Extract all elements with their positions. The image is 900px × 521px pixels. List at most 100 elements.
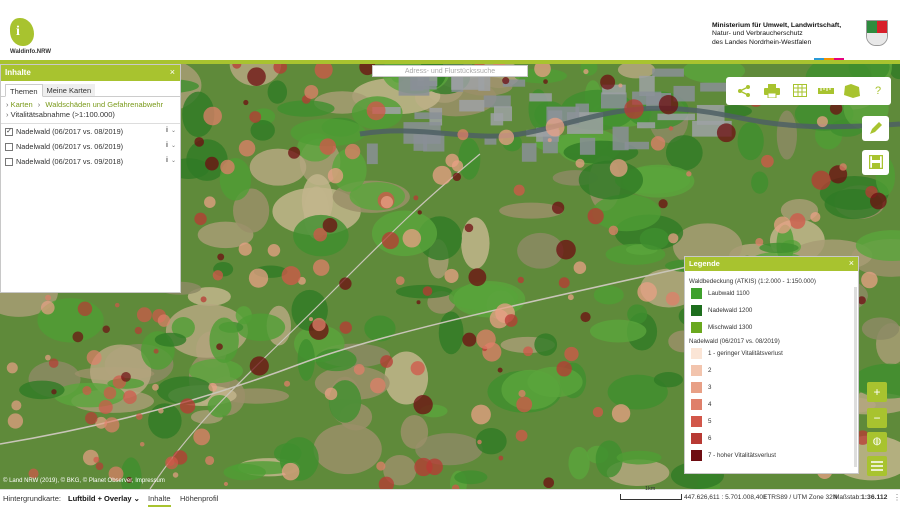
globe-icon[interactable]: ◍ xyxy=(867,432,887,452)
chevron-down-icon[interactable]: ⌄ xyxy=(171,142,176,149)
layer-label: Nadelwald (06/2017 vs. 09/2018) xyxy=(16,157,124,166)
contents-panel-header: Inhalte × xyxy=(1,65,180,81)
breadcrumb-root[interactable]: Karten xyxy=(11,100,33,109)
info-icon[interactable]: i xyxy=(166,142,168,149)
legend-item: 1 - geringer Vitalitätsverlust xyxy=(691,345,854,362)
legend-item: Nadelwald 1200 xyxy=(691,302,854,319)
contents-panel: Inhalte × Themen Meine Karten › Karten ›… xyxy=(0,64,181,293)
legend-item: 6 xyxy=(691,430,854,447)
legend-item-label: Nadelwald 1200 xyxy=(708,307,753,314)
crs-select[interactable]: ETRS89 / UTM Zone 32N xyxy=(763,494,837,501)
address-search-input[interactable]: Adress- und Flurstückssuche xyxy=(372,65,528,77)
status-footer: Hintergrundkarte: Luftbild + Overlay ⌄ I… xyxy=(0,486,900,521)
background-map-select[interactable]: Luftbild + Overlay ⌄ xyxy=(68,494,140,503)
legend-swatch xyxy=(691,450,702,461)
legend-item: 4 xyxy=(691,396,854,413)
legend-item: 7 - hoher Vitalitätsverlust xyxy=(691,447,854,464)
ministry-line-2: Natur- und Verbraucherschutz xyxy=(712,30,803,38)
coordinate-readout: 447.626,611 : 5.701.008,401 xyxy=(684,494,767,501)
tab-hoehenprofil[interactable]: Höhenprofil xyxy=(180,494,218,505)
tab-inhalte[interactable]: Inhalte xyxy=(148,494,171,507)
share-icon[interactable] xyxy=(732,77,756,105)
legend-swatch xyxy=(691,382,702,393)
legend-item-label: 5 xyxy=(708,418,712,425)
legend-item: Laubwald 1100 xyxy=(691,285,854,302)
copyright-text[interactable]: © Land NRW (2019), © BKG, © Planet Obser… xyxy=(3,478,165,484)
legend-item-label: 4 xyxy=(708,401,712,408)
ministry-line-1: Ministerium für Umwelt, Landwirtschaft, xyxy=(712,22,842,29)
app-header: i Waldinfo.NRW Ministerium für Umwelt, L… xyxy=(0,0,900,62)
legend-body: Waldbedeckung (ATKIS) (1:2.000 - 1:150.0… xyxy=(685,271,858,471)
table-icon[interactable] xyxy=(788,77,812,105)
logo-leaf-icon xyxy=(10,18,34,46)
background-map-label: Hintergrundkarte: xyxy=(3,494,61,503)
legend-swatch xyxy=(691,305,702,316)
waldinfo-logo[interactable]: i Waldinfo.NRW xyxy=(4,18,74,62)
layer-item[interactable]: Nadelwald (06/2017 vs. 09/2018) i ⌄ xyxy=(1,154,180,169)
legend-item-label: Laubwald 1100 xyxy=(708,290,750,297)
logo-glyph: i xyxy=(16,24,20,39)
legend-item-label: 1 - geringer Vitalitätsverlust xyxy=(708,350,783,357)
layer-group-title[interactable]: › Vitalitätsabnahme (>1:100.000) xyxy=(1,109,180,124)
breadcrumb: › Karten › Waldschäden und Gefahrenabweh… xyxy=(1,97,180,109)
layer-checkbox[interactable] xyxy=(5,142,13,151)
layer-checkbox[interactable] xyxy=(5,157,13,166)
layer-group-label: Vitalitätsabnahme (>1:100.000) xyxy=(10,110,115,119)
layer-item[interactable]: Nadelwald (06/2017 vs. 06/2019) i ⌄ xyxy=(1,139,180,154)
legend-swatch xyxy=(691,365,702,376)
chevron-down-icon[interactable]: ⌄ xyxy=(171,127,176,134)
layer-checkbox[interactable]: ✓ xyxy=(5,127,13,136)
scale-value[interactable]: 1:36.112 xyxy=(861,494,887,501)
legend-item-label: 3 xyxy=(708,384,712,391)
scale-bar-label: 1km xyxy=(645,486,656,492)
logo-text: Waldinfo.NRW xyxy=(10,49,51,55)
info-icon[interactable]: i xyxy=(166,127,168,134)
ministry-line-3: des Landes Nordrhein-Westfalen xyxy=(712,38,812,46)
legend-item-label: 2 xyxy=(708,367,712,374)
layer-label: Nadelwald (06/2017 vs. 06/2019) xyxy=(16,142,124,151)
legend-item: 2 xyxy=(691,362,854,379)
chevron-down-icon[interactable]: ⌄ xyxy=(171,157,176,164)
legend-item-label: 6 xyxy=(708,435,712,442)
layers-list-icon[interactable] xyxy=(867,456,887,476)
legend-group-title: Nadelwald (06/2017 vs. 08/2019) xyxy=(689,338,780,345)
legend-swatch xyxy=(691,348,702,359)
chevron-right-icon: › xyxy=(6,100,9,109)
tab-themen[interactable]: Themen xyxy=(5,84,43,97)
close-icon[interactable]: × xyxy=(170,67,175,77)
zoom-out-button[interactable]: − xyxy=(867,408,887,428)
legend-header: Legende × xyxy=(685,257,858,271)
draw-icon[interactable] xyxy=(862,116,889,141)
chevron-right-icon: › xyxy=(37,100,41,109)
print-icon[interactable] xyxy=(760,77,784,105)
help-icon[interactable]: ? xyxy=(866,77,890,105)
legend-item: Mischwald 1300 xyxy=(691,319,854,336)
ministry-name: Ministerium für Umwelt, Landwirtschaft, … xyxy=(712,22,862,47)
legend-swatch xyxy=(691,433,702,444)
scale-bar: 1km xyxy=(620,486,682,500)
legend-title: Legende xyxy=(689,259,720,268)
more-icon[interactable]: ⋮ xyxy=(893,493,900,502)
close-icon[interactable]: × xyxy=(849,258,854,268)
layer-label: Nadelwald (06/2017 vs. 08/2019) xyxy=(16,127,124,136)
breadcrumb-current[interactable]: Waldschäden und Gefahrenabwehr xyxy=(45,100,163,109)
legend-scrollbar[interactable] xyxy=(854,287,857,467)
scale-label: Maßstab: xyxy=(834,494,862,501)
legend-panel: Legende × Waldbedeckung (ATKIS) (1:2.000… xyxy=(684,256,859,474)
contents-tabs: Themen Meine Karten xyxy=(1,81,180,97)
measure-icon[interactable] xyxy=(814,77,838,105)
legend-swatch xyxy=(691,399,702,410)
contents-panel-title: Inhalte xyxy=(5,68,31,77)
overview-map-icon[interactable] xyxy=(840,77,864,105)
legend-swatch xyxy=(691,288,702,299)
zoom-in-button[interactable]: + xyxy=(867,382,887,402)
layer-item[interactable]: ✓ Nadelwald (06/2017 vs. 08/2019) i ⌄ xyxy=(1,124,180,139)
legend-swatch xyxy=(691,322,702,333)
legend-item: 3 xyxy=(691,379,854,396)
tab-meine-karten[interactable]: Meine Karten xyxy=(42,84,96,96)
save-icon[interactable] xyxy=(862,150,889,175)
legend-swatch xyxy=(691,416,702,427)
info-icon[interactable]: i xyxy=(166,157,168,164)
map-toolbar: ? xyxy=(726,77,891,105)
nrw-crest-icon xyxy=(866,20,888,46)
